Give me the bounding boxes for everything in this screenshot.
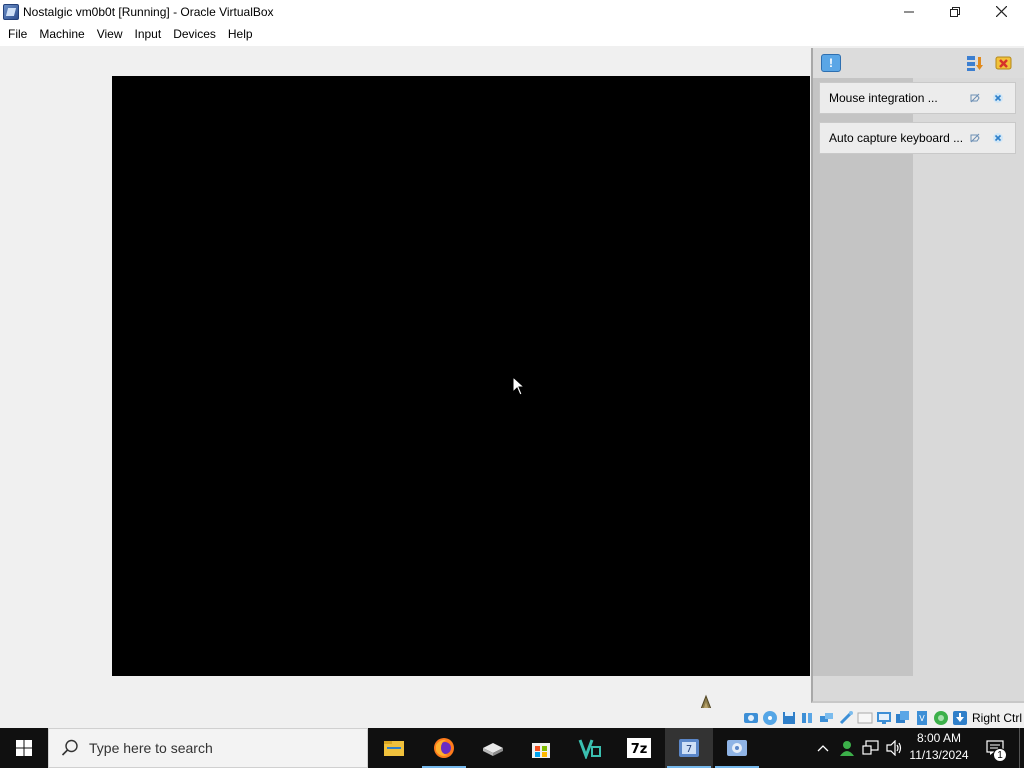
search-icon (61, 739, 78, 756)
notification-item[interactable]: Auto capture keyboard ... (819, 122, 1016, 154)
tray-volume-button[interactable] (883, 728, 905, 768)
action-center-button[interactable]: 1 (980, 728, 1010, 768)
menu-machine[interactable]: Machine (33, 23, 90, 46)
cpu-icon[interactable]: V (914, 710, 930, 726)
volume-icon (886, 740, 902, 756)
menu-bar: File Machine View Input Devices Help (0, 23, 1024, 46)
floppy-icon[interactable] (781, 710, 797, 726)
notification-toggle-icon[interactable] (821, 54, 841, 72)
show-desktop-button[interactable] (1019, 728, 1024, 768)
sort-icon[interactable] (965, 54, 985, 72)
tray-user-icon-button[interactable] (836, 728, 858, 768)
search-placeholder: Type here to search (89, 740, 213, 756)
window-title: Nostalgic vm0b0t [Running] - Oracle Virt… (23, 4, 274, 19)
close-button[interactable] (978, 0, 1024, 23)
notification-label: Mouse integration ... (829, 91, 938, 105)
dismiss-icon[interactable] (992, 92, 1004, 104)
virtualbox-taskbar-icon: 7 (679, 739, 699, 757)
taskbar-app-virtualbox[interactable]: 7 (665, 728, 713, 768)
menu-view[interactable]: View (91, 23, 129, 46)
user-status-icon (840, 741, 854, 756)
hard-disk-icon[interactable] (743, 710, 759, 726)
network-icon[interactable] (819, 710, 835, 726)
clear-all-icon[interactable] (994, 54, 1014, 72)
taskbar-app-vs[interactable] (566, 728, 614, 768)
firefox-icon (434, 738, 454, 758)
notification-label: Auto capture keyboard ... (829, 131, 964, 145)
notification-item[interactable]: Mouse integration ... (819, 82, 1016, 114)
notification-header (813, 48, 1024, 78)
host-key-label[interactable]: Right Ctrl (972, 711, 1022, 725)
restore-icon (950, 6, 960, 17)
minimize-icon (904, 11, 914, 12)
svg-text:V: V (919, 714, 925, 723)
menu-help[interactable]: Help (222, 23, 259, 46)
svg-text:7z: 7z (631, 742, 648, 757)
vm-screen[interactable] (112, 76, 810, 676)
audio-icon[interactable] (800, 710, 816, 726)
vs-app-icon (578, 739, 601, 759)
menu-file[interactable]: File (2, 23, 33, 46)
notification-count-badge: 1 (993, 748, 1007, 762)
notification-center: Mouse integration ... Auto capture keybo… (811, 48, 1024, 703)
menu-devices[interactable]: Devices (167, 23, 222, 46)
maximize-button[interactable] (932, 0, 978, 23)
title-bar[interactable]: Nostalgic vm0b0t [Running] - Oracle Virt… (0, 0, 1024, 23)
clock-time: 8:00 AM (916, 731, 962, 745)
network-tray-icon (862, 740, 879, 755)
status-icons: V (743, 710, 968, 726)
taskbar-app-file-explorer[interactable] (370, 728, 418, 768)
microsoft-store-icon (532, 743, 550, 758)
taskbar: Type here to search 7z 7 8:00 AM 11/13/2… (0, 728, 1024, 768)
taskbar-clock[interactable]: 8:00 AM 11/13/2024 (904, 730, 974, 766)
virtualbox-icon (3, 3, 19, 20)
vm-status-bar: V Right Ctrl (0, 708, 1024, 728)
menu-input[interactable]: Input (129, 23, 168, 46)
tray-overflow-button[interactable] (812, 728, 834, 768)
mouse-integration-icon[interactable] (933, 710, 949, 726)
close-icon (995, 6, 1007, 17)
usb-icon[interactable] (838, 710, 854, 726)
taskbar-search-box[interactable]: Type here to search (48, 728, 368, 768)
pin-icon[interactable] (969, 92, 981, 104)
taskbar-app-7zip[interactable]: 7z (615, 728, 663, 768)
vm-app-icon (727, 740, 747, 756)
optical-drive-icon[interactable] (762, 710, 778, 726)
taskbar-app-firefox[interactable] (420, 728, 468, 768)
taskbar-app-book[interactable] (469, 728, 517, 768)
clock-date: 11/13/2024 (909, 748, 969, 762)
recording-icon[interactable] (895, 710, 911, 726)
keyboard-icon[interactable] (952, 710, 968, 726)
shared-folders-icon[interactable] (857, 710, 873, 726)
display-icon[interactable] (876, 710, 892, 726)
window-controls (886, 0, 1024, 23)
tray-network-button[interactable] (860, 728, 882, 768)
book-app-icon (483, 743, 503, 756)
chevron-up-icon (817, 745, 829, 752)
windows-logo-icon (16, 740, 32, 756)
file-explorer-icon (384, 741, 404, 756)
notification-panel-shade (813, 76, 913, 676)
7zip-icon: 7z (627, 738, 651, 758)
virtualbox-window: Nostalgic vm0b0t [Running] - Oracle Virt… (0, 0, 1024, 768)
mouse-cursor-icon (512, 376, 524, 396)
taskbar-app-store[interactable] (517, 728, 565, 768)
pin-icon[interactable] (969, 132, 981, 144)
taskbar-app-vm[interactable] (713, 728, 761, 768)
svg-text:7: 7 (686, 744, 692, 755)
start-button[interactable] (0, 728, 48, 768)
minimize-button[interactable] (886, 0, 932, 23)
dismiss-icon[interactable] (992, 132, 1004, 144)
